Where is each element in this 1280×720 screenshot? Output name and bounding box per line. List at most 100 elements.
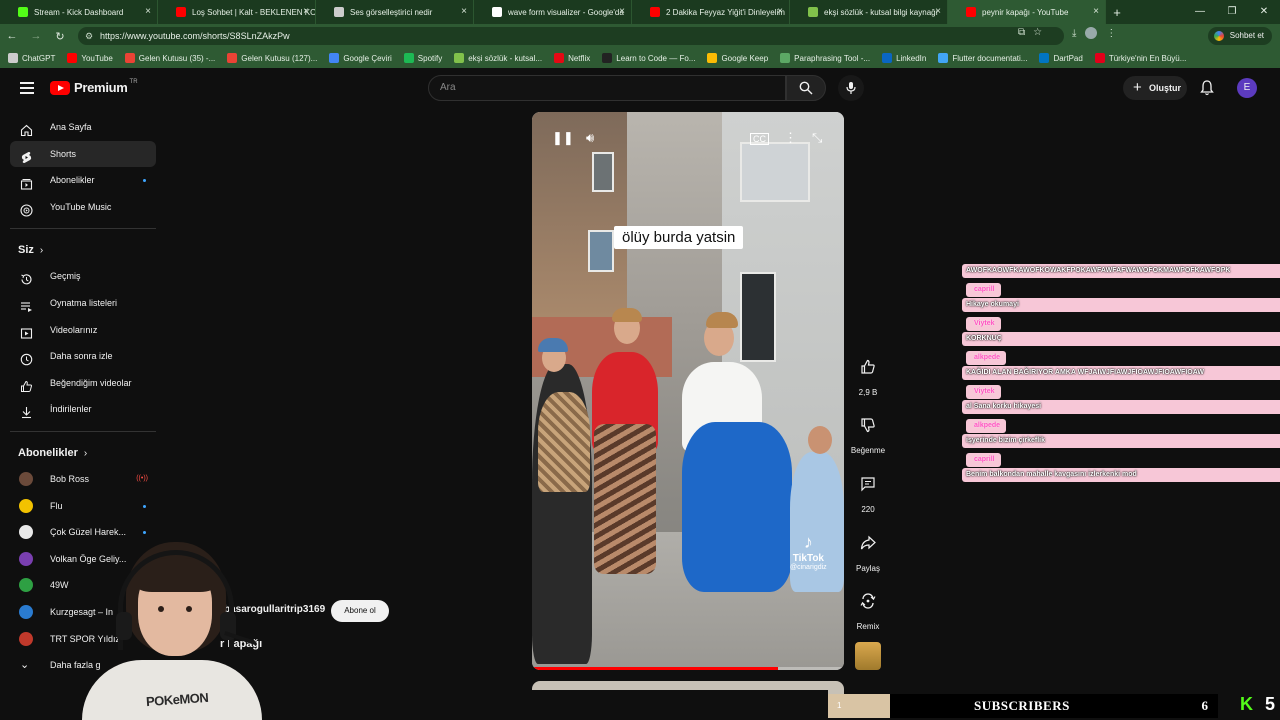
sidebar-subscription[interactable]: Bob Ross ((•)) [10,466,156,493]
search-button[interactable] [786,75,826,101]
short-video-player[interactable]: ölüy burda yatsin ❚❚ 🔊︎ CC ⋮ ⤡ ♪ TikTok … [532,112,844,670]
sidebar-item-videolar-n-z[interactable]: Videolarınız [10,317,156,344]
bookmark-favicon-icon [403,53,414,63]
bookmark-item[interactable]: Google Çeviri [329,53,392,63]
forward-icon[interactable]: → [24,30,48,42]
tab-close-icon[interactable]: × [619,6,625,17]
volume-icon[interactable]: 🔊︎ [586,130,594,146]
bookmark-item[interactable]: Netflix [554,53,590,63]
sidebar-subscriptions-heading[interactable]: Abonelikler › [10,440,156,466]
create-button[interactable]: + Oluştur [1123,76,1187,100]
chat-button[interactable]: Sohbet et [1208,27,1272,45]
profile-avatar-icon[interactable] [1085,27,1098,39]
captions-icon[interactable]: CC [750,133,769,145]
browser-tab[interactable]: peynir kapağı - YouTube × [948,0,1106,24]
bookmark-item[interactable]: Flutter documentati... [938,53,1027,63]
chevron-down-icon: ⌄ [20,659,30,672]
voice-search-button[interactable] [838,75,864,101]
sidebar-item-shorts[interactable]: Shorts [10,140,156,168]
sidebar-item-youtube-music[interactable]: YouTube Music [10,194,156,221]
bookmark-item[interactable]: Türkiye'nin En Büyü... [1094,53,1186,63]
bookmark-item[interactable]: Google Keep [707,53,768,63]
sidebar-item-ge-mi[interactable]: Geçmiş [10,263,156,290]
bookmark-item[interactable]: ekşi sözlük - kutsal... [454,53,542,63]
remix-icon [851,584,885,618]
bookmark-item[interactable]: ChatGPT [8,53,55,63]
browser-tab[interactable]: Loş Sohbet | Kalt - BEKLENEN KO × [158,0,316,24]
tab-title: Ses görselleştirici nedir [350,7,433,17]
subscribe-button[interactable]: Abone ol [331,600,389,622]
search-input[interactable]: Ara [428,75,786,101]
comment-count: 220 [861,505,875,514]
like-count: 2,9 B [858,388,878,397]
bookmark-favicon-icon [124,53,135,63]
site-info-icon[interactable]: ⚙ [85,27,93,45]
bookmark-favicon-icon [227,53,238,63]
notifications-bell-icon[interactable] [1200,80,1214,101]
youtube-premium-logo[interactable]: Premium TR [50,79,138,95]
chat-message: KAĞIDI ALAN BAĞIRIYOR AMKA WFJAIWJFIAWJF… [962,366,1280,380]
browser-tab[interactable]: Ses görselleştirici nedir × [316,0,474,24]
hamburger-menu-icon[interactable] [20,82,34,94]
your-videos-icon [20,324,33,339]
sidebar-you-heading[interactable]: Siz › [10,237,156,263]
browser-tab[interactable]: wave form visualizer - Google'da × [474,0,632,24]
history-icon [20,270,33,285]
menu-dots-icon[interactable]: ⋮ [1106,28,1116,39]
bookmark-item[interactable]: YouTube [67,53,113,63]
sidebar-item-ana-sayfa[interactable]: Ana Sayfa [10,114,156,141]
bookmark-item[interactable]: DartPad [1039,53,1083,63]
more-options-icon[interactable]: ⋮ [784,130,797,146]
bookmark-item[interactable]: Paraphrasing Tool -... [780,53,870,63]
bookmark-item[interactable]: Gelen Kutusu (127)... [227,53,317,63]
sidebar-item-i-ndirilenler[interactable]: İndirilenler [10,396,156,423]
video-progress-bar[interactable] [532,667,844,670]
minimize-icon[interactable]: — [1184,0,1216,24]
sound-thumbnail[interactable] [855,642,881,670]
browser-tab[interactable]: ekşi sözlük - kutsal bilgi kaynağı × [790,0,948,24]
browser-tab[interactable]: Stream - Kick Dashboard × [0,0,158,24]
tab-close-icon[interactable]: × [145,6,151,17]
like-button[interactable]: 2,9 B [848,350,888,397]
sidebar-item-abonelikler[interactable]: Abonelikler [10,167,156,194]
restore-icon[interactable]: ❐ [1216,0,1248,24]
pause-icon[interactable]: ❚❚ [552,130,574,146]
tab-favicon-icon [966,7,976,17]
sidebar-item-oynatma-listeleri[interactable]: Oynatma listeleri [10,290,156,317]
tab-close-icon[interactable]: × [303,6,309,17]
bookmark-star-icon[interactable]: ☆ [1033,27,1042,38]
bookmark-item[interactable]: Gelen Kutusu (35) -... [124,53,215,63]
share-button[interactable]: Paylaş [848,526,888,573]
sidebar-item-label: YouTube Music [50,201,112,212]
dislike-button[interactable]: Beğenme [848,408,888,455]
tab-close-icon[interactable]: × [935,6,941,17]
bookmark-label: ekşi sözlük - kutsal... [468,53,543,63]
video-person-hair [706,312,738,328]
install-app-icon[interactable]: ⧉ [1018,27,1025,38]
chat-message: işyerinde bizim çirkeflik [962,434,1280,448]
comments-button[interactable]: 220 [848,467,888,514]
reload-icon[interactable]: ↻ [48,30,72,43]
bookmark-item[interactable]: Learn to Code — Fo... [602,53,695,63]
back-icon[interactable]: ← [0,30,24,42]
bookmark-item[interactable]: LinkedIn [882,53,926,63]
sidebar-item-daha-sonra-izle[interactable]: Daha sonra izle [10,343,156,370]
account-avatar[interactable]: E [1237,78,1257,98]
sidebar-item-label: Ana Sayfa [50,122,92,132]
url-input[interactable]: ⚙ https://www.youtube.com/shorts/S8SLnZA… [78,27,1064,45]
remix-button[interactable]: Remix [848,584,888,631]
close-window-icon[interactable]: ✕ [1248,0,1280,24]
tab-title: Stream - Kick Dashboard [34,7,124,17]
tab-close-icon[interactable]: × [777,6,783,17]
sidebar-item-be-endi-im-videolar[interactable]: Beğendiğim videolar [10,370,156,397]
dislike-label: Beğenme [850,446,886,455]
download-icon[interactable]: ⤓ [1072,28,1076,39]
tab-close-icon[interactable]: × [461,6,467,17]
share-label: Paylaş [855,564,880,573]
bookmark-item[interactable]: Spotify [403,53,442,63]
fullscreen-icon[interactable]: ⤡ [812,130,822,146]
tab-close-icon[interactable]: × [1093,6,1099,17]
new-tab-button[interactable]: + [1106,5,1128,20]
browser-tab[interactable]: 2 Dakika Feyyaz Yiğit'i Dinleyelim × [632,0,790,24]
sidebar-subscription[interactable]: Flu [10,493,156,520]
